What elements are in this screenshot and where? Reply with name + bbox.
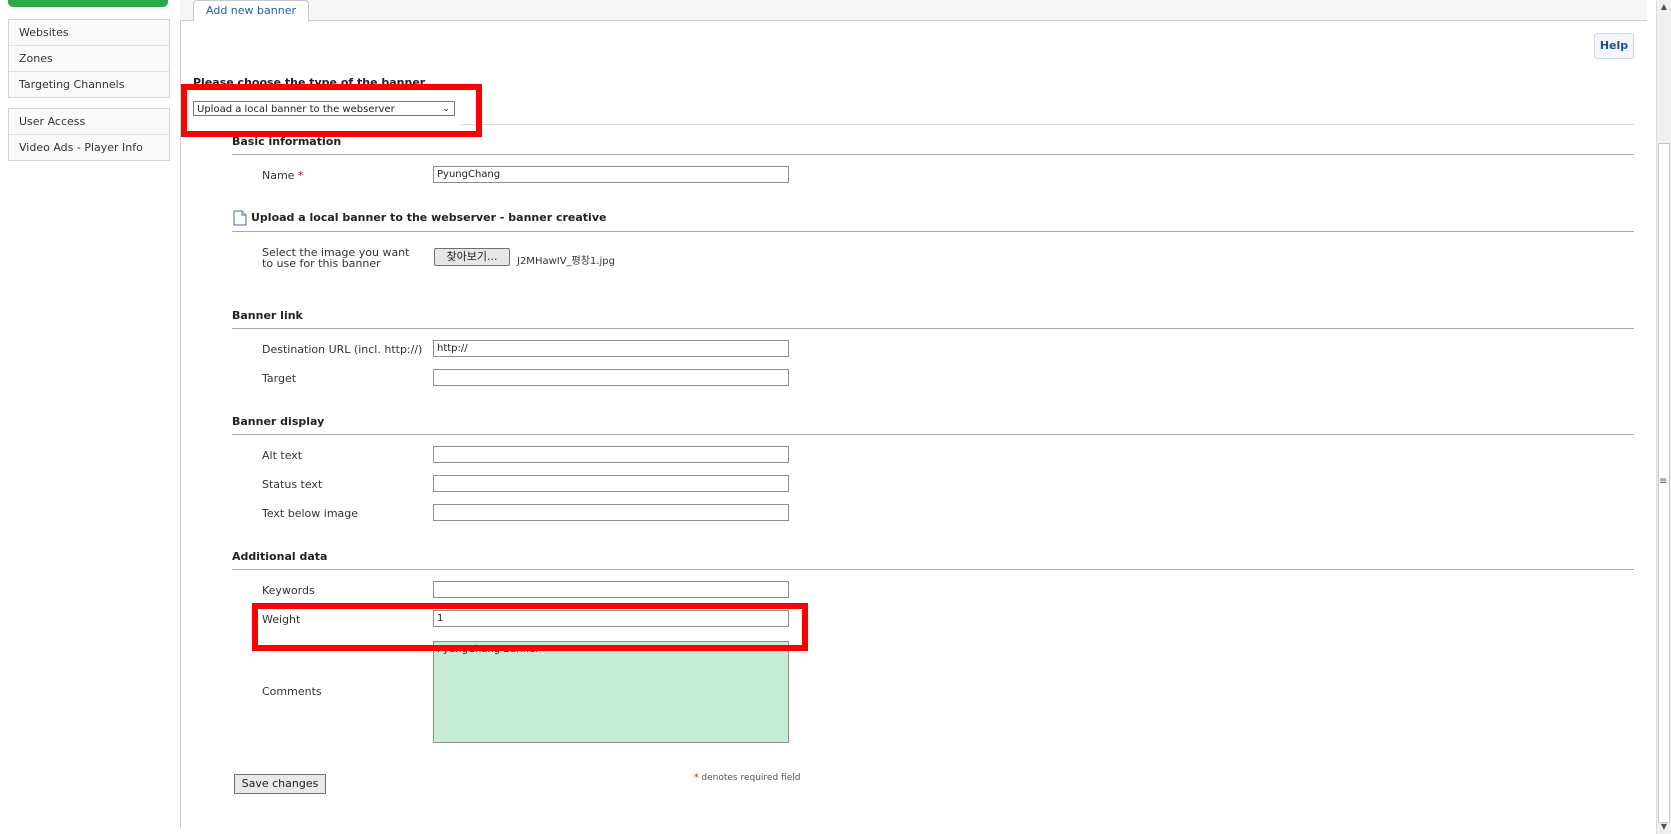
required-field-note-text: denotes required field [701,773,801,783]
sidebar-item-targeting-channels[interactable]: Targeting Channels [9,71,169,97]
browse-file-button[interactable]: 찾아보기... [434,248,510,266]
section-rule [232,434,1634,435]
required-star: * [297,169,304,182]
required-star: * [694,773,699,783]
comments-label: Comments [262,685,322,698]
section-title-creative: Upload a local banner to the webserver -… [251,211,607,224]
target-input[interactable] [433,369,789,386]
sidebar-item-websites[interactable]: Websites [9,20,169,45]
status-text-input[interactable] [433,475,789,492]
tab-strip [180,0,1647,21]
target-label: Target [262,372,297,385]
scroll-up-icon[interactable]: ▲ [1658,1,1670,13]
section-rule [232,328,1634,329]
name-label-text: Name [262,169,295,182]
destination-url-input[interactable]: http:// [433,340,789,357]
section-title-display: Banner display [232,415,325,428]
status-text-label: Status text [262,478,323,491]
sidebar-accent-bar [8,0,168,7]
alt-text-label: Alt text [262,449,303,462]
text-below-image-input[interactable] [433,504,789,521]
required-field-note: * denotes required field [694,773,800,783]
comments-textarea[interactable]: PyungChang Banner [433,641,789,743]
save-changes-button[interactable]: Save changes [234,774,326,794]
sidebar-item-video-ads[interactable]: Video Ads - Player Info [9,134,169,160]
image-select-label-line2: to use for this banner [262,257,381,270]
scroll-down-icon[interactable]: ▼ [1658,821,1670,833]
url-label: Destination URL (incl. http://) [262,343,423,356]
name-input[interactable]: PyungChang [433,166,789,183]
scroll-grip-icon: ≡ [1659,476,1668,487]
highlight-box-weight [252,603,808,651]
keywords-input[interactable] [433,581,789,598]
section-rule [232,154,1634,155]
section-rule [232,231,1634,232]
sidebar-nav-group-1: Websites Zones Targeting Channels [8,19,170,98]
alt-text-input[interactable] [433,446,789,463]
section-title-additional: Additional data [232,550,328,563]
text-below-image-label: Text below image [262,507,359,520]
tab-add-new-banner[interactable]: Add new banner [193,0,309,22]
sidebar-item-user-access[interactable]: User Access [9,109,169,134]
section-rule [232,569,1634,570]
help-button[interactable]: Help [1594,33,1634,59]
document-icon [233,210,247,226]
image-select-label: Select the image you want to use for thi… [262,247,409,269]
keywords-label: Keywords [262,584,315,597]
sidebar-item-zones[interactable]: Zones [9,45,169,71]
section-title-link: Banner link [232,309,303,322]
selected-file-name: J2MHawIV_평창1.jpg [517,256,615,267]
divider [460,124,1634,125]
name-label: Name * [262,169,303,182]
sidebar-nav-group-2: User Access Video Ads - Player Info [8,108,170,161]
highlight-box-banner-type [181,84,482,137]
